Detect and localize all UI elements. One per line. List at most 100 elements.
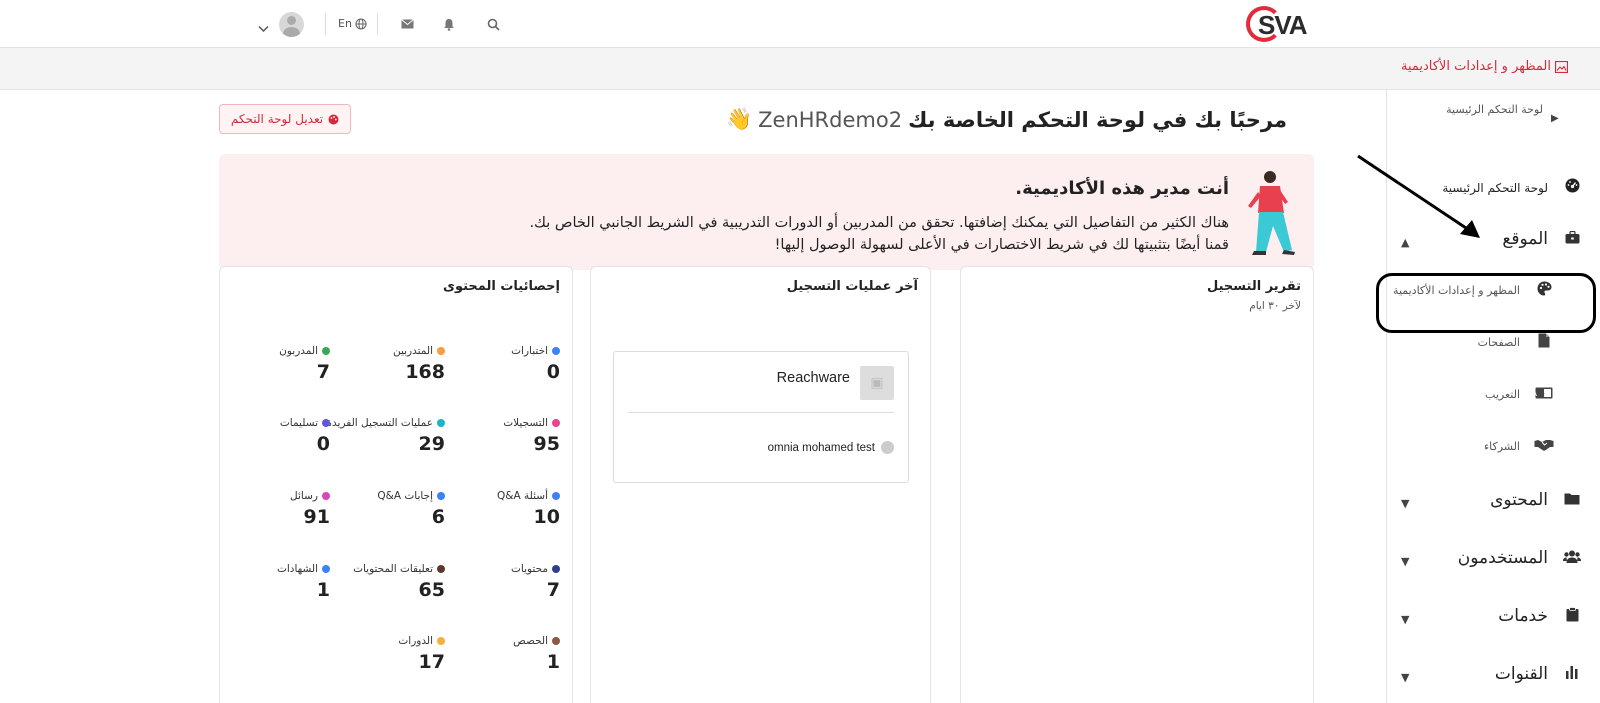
stat-label-text: الحصص [513, 635, 548, 647]
registration-report-card: تقرير التسجيل لآخر ٣٠ ايام [960, 266, 1314, 703]
stat-label: محتويات [450, 563, 560, 575]
stat-label-text: المتدربين [392, 345, 433, 357]
stat-dot-icon [552, 419, 560, 427]
sidebar-item-localization[interactable]: Aع التعريب [1485, 385, 1554, 403]
chevron-down-icon[interactable] [258, 18, 269, 37]
sidebar-item-channels[interactable]: القنوات [1495, 664, 1582, 684]
stat-label: تسليمات [220, 417, 330, 429]
username: ZenHRdemo2 [758, 107, 903, 132]
globe-icon [355, 17, 367, 30]
stat-label: إجابات Q&A [335, 490, 445, 502]
gauge-icon [1562, 178, 1582, 197]
stat-label-text: الدورات [398, 635, 433, 647]
stat-dot-icon [322, 419, 330, 427]
sidebar-item-site[interactable]: الموقع [1502, 229, 1582, 249]
illustration-person [1248, 171, 1295, 255]
caret-right-icon[interactable]: ▶ [1551, 113, 1559, 124]
chevron-down-icon[interactable]: ▼ [1401, 555, 1409, 568]
stat-value: 17 [418, 651, 445, 673]
stat-dot-icon [552, 347, 560, 355]
sidebar-item-users[interactable]: المستخدمون [1458, 548, 1582, 568]
folder-icon [1562, 491, 1582, 509]
stat-value: 1 [546, 651, 560, 673]
stat-value: 6 [431, 506, 445, 528]
file-icon [1534, 333, 1554, 352]
stat-item: الشهادات 1 [220, 563, 330, 601]
registered-user[interactable]: omnia mohamed test [768, 441, 894, 454]
welcome-text: مرحبًا بك في لوحة التحكم الخاصة بك [908, 107, 1287, 132]
user-name: omnia mohamed test [767, 441, 875, 454]
card-subtitle: لآخر ٣٠ ايام [1249, 300, 1301, 312]
breadcrumb[interactable]: المظهر و إعدادات الأكاديمية [1401, 59, 1568, 74]
sidebar-item-label: لوحة التحكم الرئيسية [1446, 103, 1543, 116]
stat-value: 65 [418, 579, 445, 601]
breadcrumb-label: المظهر و إعدادات الأكاديمية [1400, 59, 1551, 74]
stat-item: رسائل 91 [220, 490, 330, 528]
stat-label-text: تعليقات المحتويات [353, 563, 433, 575]
clipboard-icon [1562, 606, 1582, 626]
mail-icon[interactable] [397, 14, 417, 34]
stat-item: محتويات 7 [450, 563, 560, 601]
stat-label: أسئلة Q&A [450, 490, 560, 502]
stat-label: رسائل [220, 490, 330, 502]
registration-item[interactable]: ▣ Reachware omnia mohamed test [613, 351, 909, 483]
course-name[interactable]: Reachware [777, 370, 850, 386]
notice-text-line: هناك الكثير من التفاصيل التي يمكنك إضافت… [529, 215, 1229, 231]
stat-value: 168 [405, 361, 445, 383]
stat-value: 0 [316, 433, 330, 455]
admin-notice: أنت مدير هذه الأكاديمية. هناك الكثير من … [219, 154, 1314, 270]
card-title: آخر عمليات التسجيل [786, 279, 918, 294]
bell-icon[interactable] [439, 14, 459, 34]
image-icon [1555, 60, 1568, 73]
chevron-down-icon[interactable]: ▼ [1401, 613, 1409, 626]
top-header: SVA En [0, 0, 1600, 48]
palette-icon [328, 114, 339, 124]
stat-item: المدربون 7 [220, 345, 330, 383]
annotation-arrow [1357, 154, 1480, 238]
stat-label: التسجيلات [450, 417, 560, 429]
stat-value: 0 [546, 361, 560, 383]
card-title: إحصائيات المحتوى [443, 279, 560, 294]
stat-dot-icon [322, 347, 330, 355]
sidebar-item-pages[interactable]: الصفحات [1478, 333, 1554, 352]
sidebar-item-dashboard-collapsed[interactable]: لوحة التحكم الرئيسية [1446, 103, 1543, 116]
stat-label: المتدربين [335, 345, 445, 357]
chevron-down-icon[interactable]: ▼ [1401, 497, 1409, 510]
stat-value: 7 [316, 361, 330, 383]
sidebar-item-services[interactable]: خدمات [1498, 606, 1582, 626]
users-icon [1562, 549, 1582, 567]
language-switcher[interactable]: En [338, 17, 367, 30]
wave-icon: 👋 [725, 107, 753, 131]
sva-logo[interactable]: SVA [1246, 6, 1314, 42]
stat-value: 1 [316, 579, 330, 601]
chevron-down-icon[interactable]: ▼ [1401, 671, 1409, 684]
avatar[interactable] [279, 12, 304, 37]
sidebar-item-partners[interactable]: الشركاء [1484, 437, 1554, 455]
stat-label-text: الشهادات [276, 563, 318, 575]
breadcrumb-bar: المظهر و إعدادات الأكاديمية [0, 48, 1600, 90]
stat-label: اختبارات [450, 345, 560, 357]
stat-item: تسليمات 0 [220, 417, 330, 455]
course-thumbnail-icon: ▣ [860, 366, 894, 400]
svg-text:A: A [1535, 390, 1537, 398]
stat-dot-icon [437, 492, 445, 500]
sidebar-item-label: الموقع [1502, 229, 1548, 249]
stat-label-text: المدربون [279, 345, 318, 357]
stat-label: تعليقات المحتويات [335, 563, 445, 575]
search-icon[interactable] [483, 14, 503, 34]
stat-dot-icon [552, 637, 560, 645]
stat-label-text: أسئلة Q&A [497, 490, 548, 502]
sidebar-item-label: المحتوى [1490, 490, 1548, 510]
latest-registrations-card: آخر عمليات التسجيل ▣ Reachware omnia moh… [590, 266, 931, 703]
sidebar-item-label: القنوات [1494, 664, 1548, 684]
sidebar-item-content[interactable]: المحتوى [1490, 490, 1582, 510]
handshake-icon [1534, 437, 1554, 455]
stat-value: 10 [533, 506, 560, 528]
sidebar-item-label: التعريب [1485, 387, 1520, 401]
stat-dot-icon [437, 419, 445, 427]
chart-icon [1562, 665, 1582, 683]
stat-dot-icon [322, 565, 330, 573]
page-title: مرحبًا بك في لوحة التحكم الخاصة بك ZenHR… [726, 107, 1287, 132]
stat-item: الدورات 17 [335, 635, 445, 673]
edit-dashboard-button[interactable]: تعديل لوحة التحكم [219, 104, 351, 134]
